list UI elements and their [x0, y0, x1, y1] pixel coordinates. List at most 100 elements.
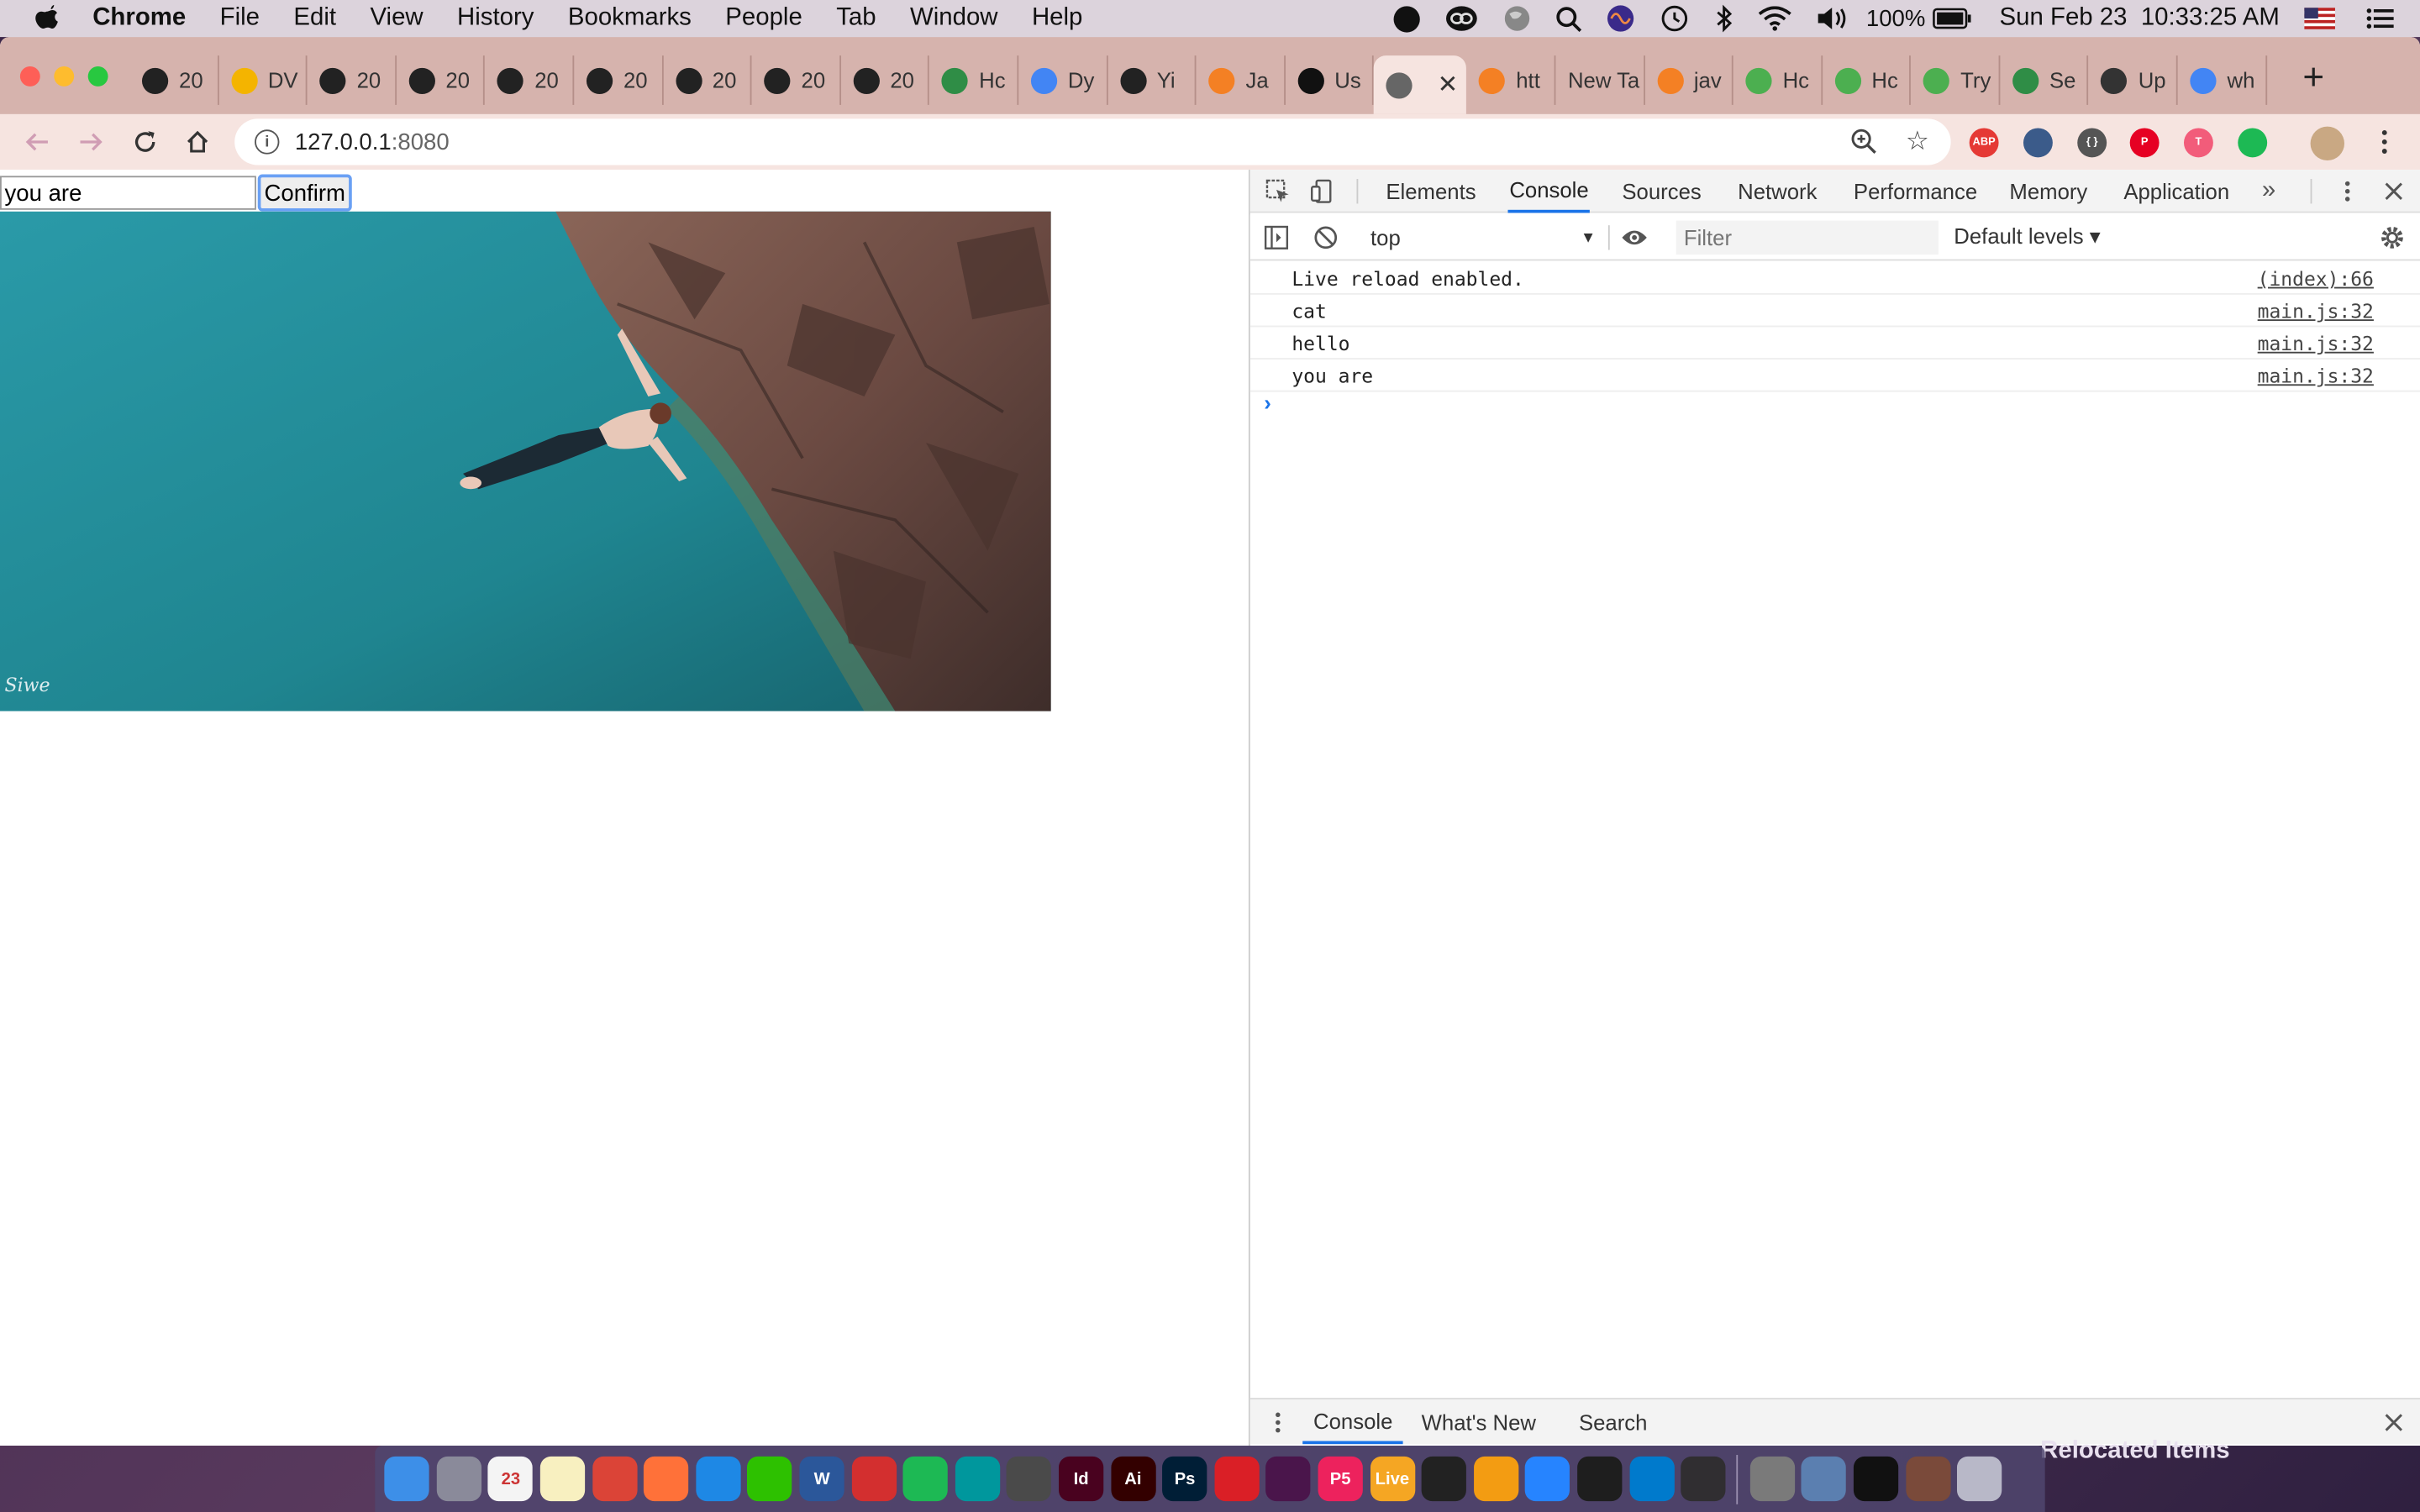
photoshop-icon[interactable]: Ps: [1162, 1456, 1207, 1502]
log-source-link[interactable]: main.js:32: [2258, 364, 2374, 387]
us-flag-icon[interactable]: [2304, 8, 2335, 29]
zoom-window-button[interactable]: [87, 66, 108, 87]
minimized-window-thumbnail[interactable]: [1905, 1456, 1950, 1502]
chrome-menu-button[interactable]: [2366, 123, 2403, 160]
tab[interactable]: 20: [308, 55, 397, 105]
tab[interactable]: 20: [663, 55, 752, 105]
console-settings-gear-icon[interactable]: [2378, 223, 2406, 251]
minimize-window-button[interactable]: [54, 66, 75, 87]
menu-help[interactable]: Help: [1032, 5, 1082, 33]
close-drawer-icon[interactable]: [2380, 1409, 2407, 1436]
menu-window[interactable]: Window: [910, 5, 998, 33]
drawer-tab-whats-new[interactable]: What's New: [1422, 1399, 1536, 1444]
tab-performance[interactable]: Performance: [1854, 170, 1977, 213]
trash-icon[interactable]: [1957, 1456, 2002, 1502]
creative-cloud-status-icon[interactable]: [1444, 5, 1478, 33]
tab[interactable]: Ja: [1197, 55, 1286, 105]
log-source-link[interactable]: main.js:32: [2258, 299, 2374, 323]
wifi-icon[interactable]: [1758, 6, 1792, 31]
tab[interactable]: 20: [129, 55, 219, 105]
context-selector[interactable]: top ▼: [1370, 222, 1596, 253]
live-expression-eye-icon[interactable]: [1621, 223, 1649, 251]
spotlight-search-icon[interactable]: [1556, 5, 1582, 32]
slack-icon[interactable]: [1265, 1456, 1312, 1502]
time-machine-icon[interactable]: [1660, 5, 1691, 33]
tab[interactable]: Hc: [1823, 55, 1912, 105]
finder-icon[interactable]: [384, 1456, 430, 1502]
figma-icon[interactable]: [1577, 1456, 1623, 1502]
battery-icon[interactable]: [1932, 8, 1972, 29]
reload-button[interactable]: [127, 123, 164, 160]
preview-icon[interactable]: [1802, 1456, 1847, 1502]
pinterest-icon[interactable]: P: [2129, 128, 2160, 158]
tab[interactable]: jav: [1644, 55, 1733, 105]
notes-icon[interactable]: [540, 1456, 586, 1502]
tab-memory[interactable]: Memory: [2009, 170, 2087, 213]
tab[interactable]: Us: [1285, 55, 1375, 105]
tab[interactable]: DV: [218, 55, 308, 105]
notification-icon[interactable]: [1393, 5, 1421, 32]
notification-center-icon[interactable]: [2366, 8, 2394, 29]
bookmark-star-icon[interactable]: ☆: [1906, 127, 1929, 158]
arduino-icon[interactable]: [955, 1456, 1000, 1502]
acrobat-icon[interactable]: [851, 1456, 897, 1502]
device-toggle-icon[interactable]: [1309, 177, 1337, 205]
illustrator-icon[interactable]: Ai: [1110, 1456, 1155, 1502]
p5-icon[interactable]: P5: [1318, 1456, 1363, 1502]
new-tab-button[interactable]: +: [2296, 55, 2330, 102]
tab-console[interactable]: Console: [1507, 170, 1591, 213]
tab[interactable]: 20: [841, 55, 930, 105]
volume-icon[interactable]: [1817, 6, 1850, 30]
globe-status-icon[interactable]: [1503, 5, 1531, 33]
drawer-tab-console[interactable]: Console: [1302, 1399, 1404, 1445]
tab-network[interactable]: Network: [1738, 170, 1817, 213]
tab[interactable]: 20: [397, 55, 486, 105]
info-icon[interactable]: i: [255, 129, 280, 155]
more-tabs-icon[interactable]: »: [2254, 177, 2282, 205]
address-bar[interactable]: i 127.0.0.1:8080 ☆: [234, 118, 1951, 165]
system-preferences-icon[interactable]: [1749, 1456, 1795, 1502]
menu-history[interactable]: History: [457, 5, 534, 33]
drawer-menu-icon[interactable]: [1264, 1409, 1292, 1436]
firefox-icon[interactable]: [644, 1456, 689, 1502]
bluetooth-icon[interactable]: [1715, 4, 1733, 33]
wechat-icon[interactable]: [747, 1456, 793, 1502]
close-window-button[interactable]: [19, 66, 40, 87]
tab-sources[interactable]: Sources: [1622, 170, 1701, 213]
profile-avatar[interactable]: [2310, 126, 2345, 161]
tab[interactable]: Dy: [1018, 55, 1107, 105]
menu-tab[interactable]: Tab: [836, 5, 876, 33]
tab[interactable]: 20: [574, 55, 663, 105]
tab[interactable]: Hc: [1733, 55, 1823, 105]
tab[interactable]: wh: [2178, 55, 2267, 105]
creative-cloud-icon[interactable]: [1214, 1456, 1260, 1502]
close-tab-icon[interactable]: ✕: [1438, 70, 1459, 101]
extension-6-icon[interactable]: [2238, 128, 2268, 158]
tab[interactable]: 20: [485, 55, 575, 105]
spotify-icon[interactable]: [902, 1456, 949, 1502]
extension-5-icon[interactable]: T: [2183, 128, 2213, 158]
extension-2-icon[interactable]: [2023, 128, 2053, 158]
log-levels-dropdown[interactable]: Default levels ▾: [1954, 223, 2100, 249]
zoom-icon[interactable]: [1850, 128, 1876, 160]
vscode-icon[interactable]: [1628, 1456, 1675, 1502]
relocated-items-label[interactable]: Relocated Items: [2040, 1438, 2229, 1466]
sidebar-toggle-icon[interactable]: [1262, 223, 1290, 251]
sourcetree-icon[interactable]: [1525, 1456, 1570, 1502]
menu-edit[interactable]: Edit: [293, 5, 336, 33]
menu-app-name[interactable]: Chrome: [92, 5, 186, 33]
code-icon[interactable]: { }: [2077, 128, 2107, 158]
tab[interactable]: Se: [2000, 55, 2089, 105]
drawer-tab-search[interactable]: Search: [1579, 1399, 1647, 1444]
tab[interactable]: htt: [1466, 55, 1556, 105]
calendar-icon[interactable]: 23: [488, 1456, 534, 1502]
tab[interactable]: Yi: [1107, 55, 1197, 105]
clear-console-icon[interactable]: [1312, 223, 1339, 251]
tab-elements[interactable]: Elements: [1386, 170, 1476, 213]
sublime-icon[interactable]: [1007, 1456, 1052, 1502]
home-button[interactable]: [179, 123, 216, 160]
menu-view[interactable]: View: [370, 5, 423, 33]
chrome-icon[interactable]: [592, 1456, 637, 1502]
tab[interactable]: Up: [2089, 55, 2178, 105]
adblock-icon[interactable]: ABP: [1969, 128, 1999, 158]
